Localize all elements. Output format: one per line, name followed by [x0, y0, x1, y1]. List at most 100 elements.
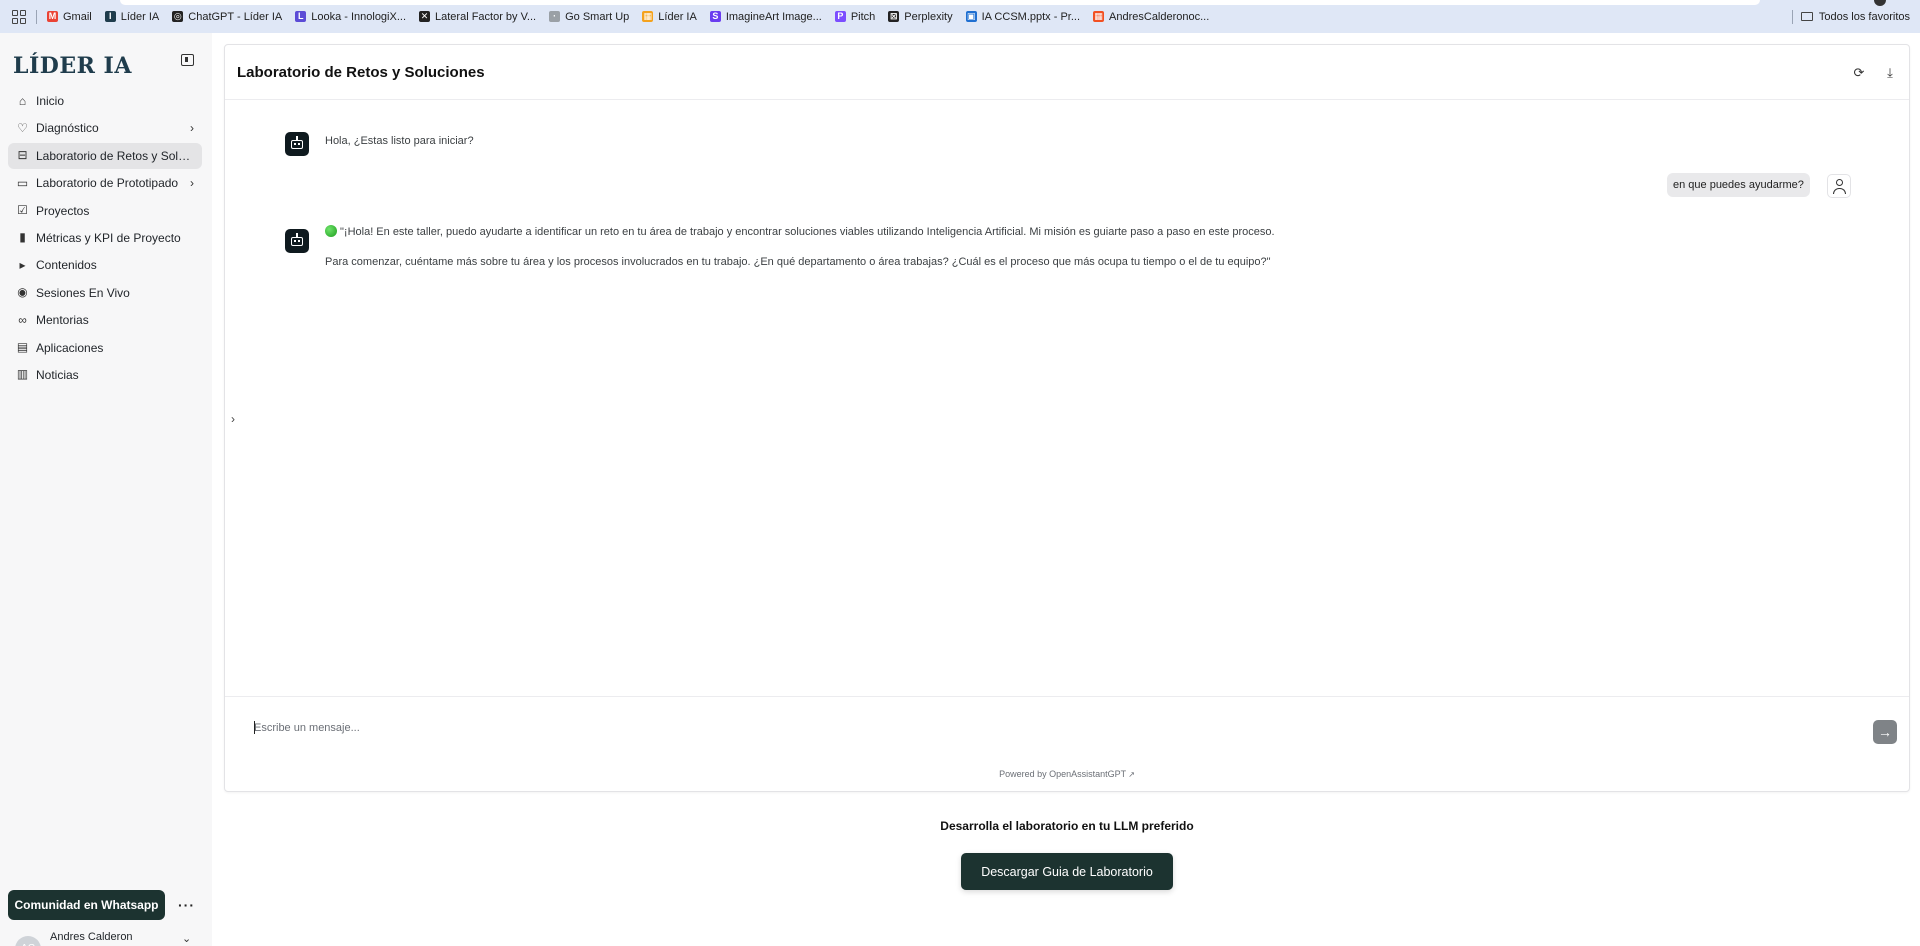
bookmark-favicon-icon: ⊠	[888, 11, 900, 22]
bookmark-label: Pitch	[850, 10, 876, 23]
sidebar-nav: ⌂ Inicio ♡ Diagnóstico › ⊟ Laboratorio de Reto…	[8, 88, 202, 389]
chevron-right-icon[interactable]: ›	[231, 412, 235, 426]
download-icon[interactable]: ⤓	[1883, 66, 1897, 80]
sidebar-item[interactable]: ▭ Laboratorio de Prototipado ›	[8, 170, 202, 196]
chevron-right-icon: ›	[190, 121, 194, 136]
bookmark-favicon-icon: S	[709, 11, 721, 22]
sidebar-item-label: Sesiones En Vivo	[36, 285, 130, 300]
refresh-icon[interactable]: ⟳	[1852, 66, 1866, 80]
user-icon	[1827, 174, 1851, 198]
bookmarks-separator	[1791, 9, 1793, 24]
sidebar-toggle-icon[interactable]	[181, 54, 194, 66]
video-icon: ▸	[19, 257, 26, 272]
bookmark-item[interactable]: S ImagineArt Image...	[709, 10, 822, 23]
bookmark-item[interactable]: ⊠ Perplexity	[888, 10, 953, 23]
more-options-icon[interactable]: ···	[178, 897, 195, 913]
send-button[interactable]: →	[1873, 720, 1897, 744]
sidebar-item[interactable]: ♡ Diagnóstico ›	[8, 115, 202, 141]
inbox-icon: ⊟	[17, 148, 28, 163]
sidebar: LÍDER IA ⌂ Inicio ♡ Diagnóstico › ⊟ Laboratori…	[0, 33, 212, 946]
bot-message-text: "¡Hola! En este taller, puedo ayudarte a…	[325, 225, 1275, 239]
bot-message: Hola, ¿Estas listo para iniciar?	[285, 132, 474, 156]
bookmark-favicon-icon: ▦	[642, 11, 654, 22]
bookmark-item[interactable]: L Looka - InnologiX...	[295, 11, 406, 23]
sidebar-item[interactable]: ▸ Contenidos	[8, 252, 202, 278]
user-name: Andres Calderon	[50, 931, 133, 943]
link-icon: ∞	[18, 312, 27, 327]
user-menu[interactable]: AC Andres Calderon ⌄	[12, 931, 202, 946]
bookmark-item[interactable]: M Gmail	[47, 11, 92, 23]
sidebar-item[interactable]: ▤ Aplicaciones	[8, 335, 202, 361]
chat-header: Laboratorio de Retos y Soluciones ⟳ ⤓	[225, 45, 1909, 100]
sidebar-item-label: Diagnóstico	[36, 121, 99, 136]
chevron-down-icon: ⌄	[182, 933, 192, 945]
bookmark-favicon-icon: ◎	[172, 11, 184, 22]
logo[interactable]: LÍDER IA	[13, 53, 132, 79]
bookmarks-bar: M Gmail I Líder IA ◎ ChatGPT - Líder IA L Looka…	[0, 0, 1920, 33]
all-bookmarks-label: Todos los favoritos	[1818, 10, 1910, 23]
powered-by-link[interactable]: OpenAssistantGPT	[1049, 769, 1126, 779]
sidebar-item[interactable]: ☑ Proyectos	[8, 198, 202, 224]
bookmark-favicon-icon: M	[47, 11, 58, 22]
message-composer: → Powered by OpenAssistantGPT↗	[225, 696, 1909, 792]
bookmarks-list: M Gmail I Líder IA ◎ ChatGPT - Líder IA L Looka…	[47, 11, 1222, 23]
bookmark-favicon-icon: ▦	[1093, 11, 1105, 22]
bot-icon	[285, 229, 309, 253]
sidebar-item[interactable]: ◉ Sesiones En Vivo	[8, 280, 202, 306]
sidebar-item-label: Laboratorio de Retos y Soluciones	[36, 148, 196, 163]
bar-chart-icon: ▮	[19, 230, 26, 245]
sidebar-item-label: Aplicaciones	[36, 340, 104, 355]
powered-by-prefix: Powered by	[999, 769, 1050, 779]
download-guide-button[interactable]: Descargar Guia de Laboratorio	[961, 853, 1173, 890]
bookmark-item[interactable]: I Líder IA	[104, 11, 159, 23]
bookmark-item[interactable]: ✕ Lateral Factor by V...	[419, 11, 536, 23]
sidebar-item[interactable]: ⊟ Laboratorio de Retos y Soluciones	[8, 142, 202, 169]
address-bar-edge	[120, 0, 1760, 5]
bookmarks-separator	[36, 9, 37, 24]
bookmark-label: AndresCalderonoc...	[1109, 10, 1210, 23]
bot-message-text: Para comenzar, cuéntame más sobre tu áre…	[325, 256, 1271, 268]
bookmark-favicon-icon: ·	[549, 11, 561, 22]
bookmark-item[interactable]: ◎ ChatGPT - Líder IA	[172, 11, 282, 23]
calendar-icon: ▤	[16, 340, 29, 355]
clipboard-check-icon: ☑	[17, 203, 28, 218]
sidebar-item[interactable]: ▮ Métricas y KPI de Proyecto	[8, 225, 202, 251]
external-link-icon: ↗	[1128, 770, 1135, 779]
bookmark-item[interactable]: ▦ AndresCalderonoc...	[1093, 11, 1209, 23]
sidebar-item[interactable]: ∞ Mentorias	[8, 307, 202, 333]
sidebar-item[interactable]: ▥ Noticias	[8, 362, 202, 388]
bookmark-label: Lateral Factor by V...	[435, 10, 537, 23]
home-icon: ⌂	[18, 93, 27, 108]
bookmark-label: ImagineArt Image...	[725, 10, 822, 23]
heart-icon: ♡	[17, 120, 28, 135]
bot-message-body: "¡Hola! En este taller, puedo ayudarte a…	[325, 225, 1275, 269]
text-caret	[254, 721, 255, 734]
bookmark-favicon-icon: L	[295, 11, 307, 22]
llm-guide-title: Desarrolla el laboratorio en tu LLM pref…	[940, 819, 1194, 833]
bot-icon	[285, 132, 309, 156]
page-title: Laboratorio de Retos y Soluciones	[237, 64, 485, 81]
green-circle-emoji	[325, 225, 337, 237]
powered-by: Powered by OpenAssistantGPT ↗	[225, 769, 1909, 779]
whatsapp-community-button[interactable]: Comunidad en Whatsapp	[8, 890, 165, 920]
bookmark-item[interactable]: ▦ Líder IA	[642, 11, 697, 23]
sidebar-item[interactable]: ⌂ Inicio	[8, 88, 202, 114]
bookmark-label: Looka - InnologiX...	[311, 10, 407, 23]
sidebar-item-label: Noticias	[36, 367, 79, 382]
bookmark-item[interactable]: ▣ IA CCSM.pptx - Pr...	[965, 11, 1080, 23]
all-bookmarks-button[interactable]: Todos los favoritos	[1791, 0, 1910, 33]
chevron-right-icon: ›	[190, 176, 194, 191]
bookmark-label: Gmail	[63, 10, 92, 23]
bookmark-label: ChatGPT - Líder IA	[188, 10, 283, 23]
bookmark-item[interactable]: P Pitch	[834, 10, 876, 23]
message-input[interactable]	[254, 720, 1654, 736]
bookmark-item[interactable]: · Go Smart Up	[549, 11, 629, 23]
bookmark-favicon-icon: I	[104, 11, 116, 22]
camera-icon: ◉	[17, 285, 28, 300]
chat-card: Laboratorio de Retos y Soluciones ⟳ ⤓ Ho…	[224, 44, 1910, 792]
bookmark-favicon-icon: ✕	[419, 11, 431, 22]
folder-icon: ▭	[16, 175, 29, 190]
bookmark-favicon-icon: P	[834, 11, 846, 22]
bookmark-label: Perplexity	[904, 10, 953, 23]
apps-grid-icon[interactable]	[12, 9, 26, 24]
